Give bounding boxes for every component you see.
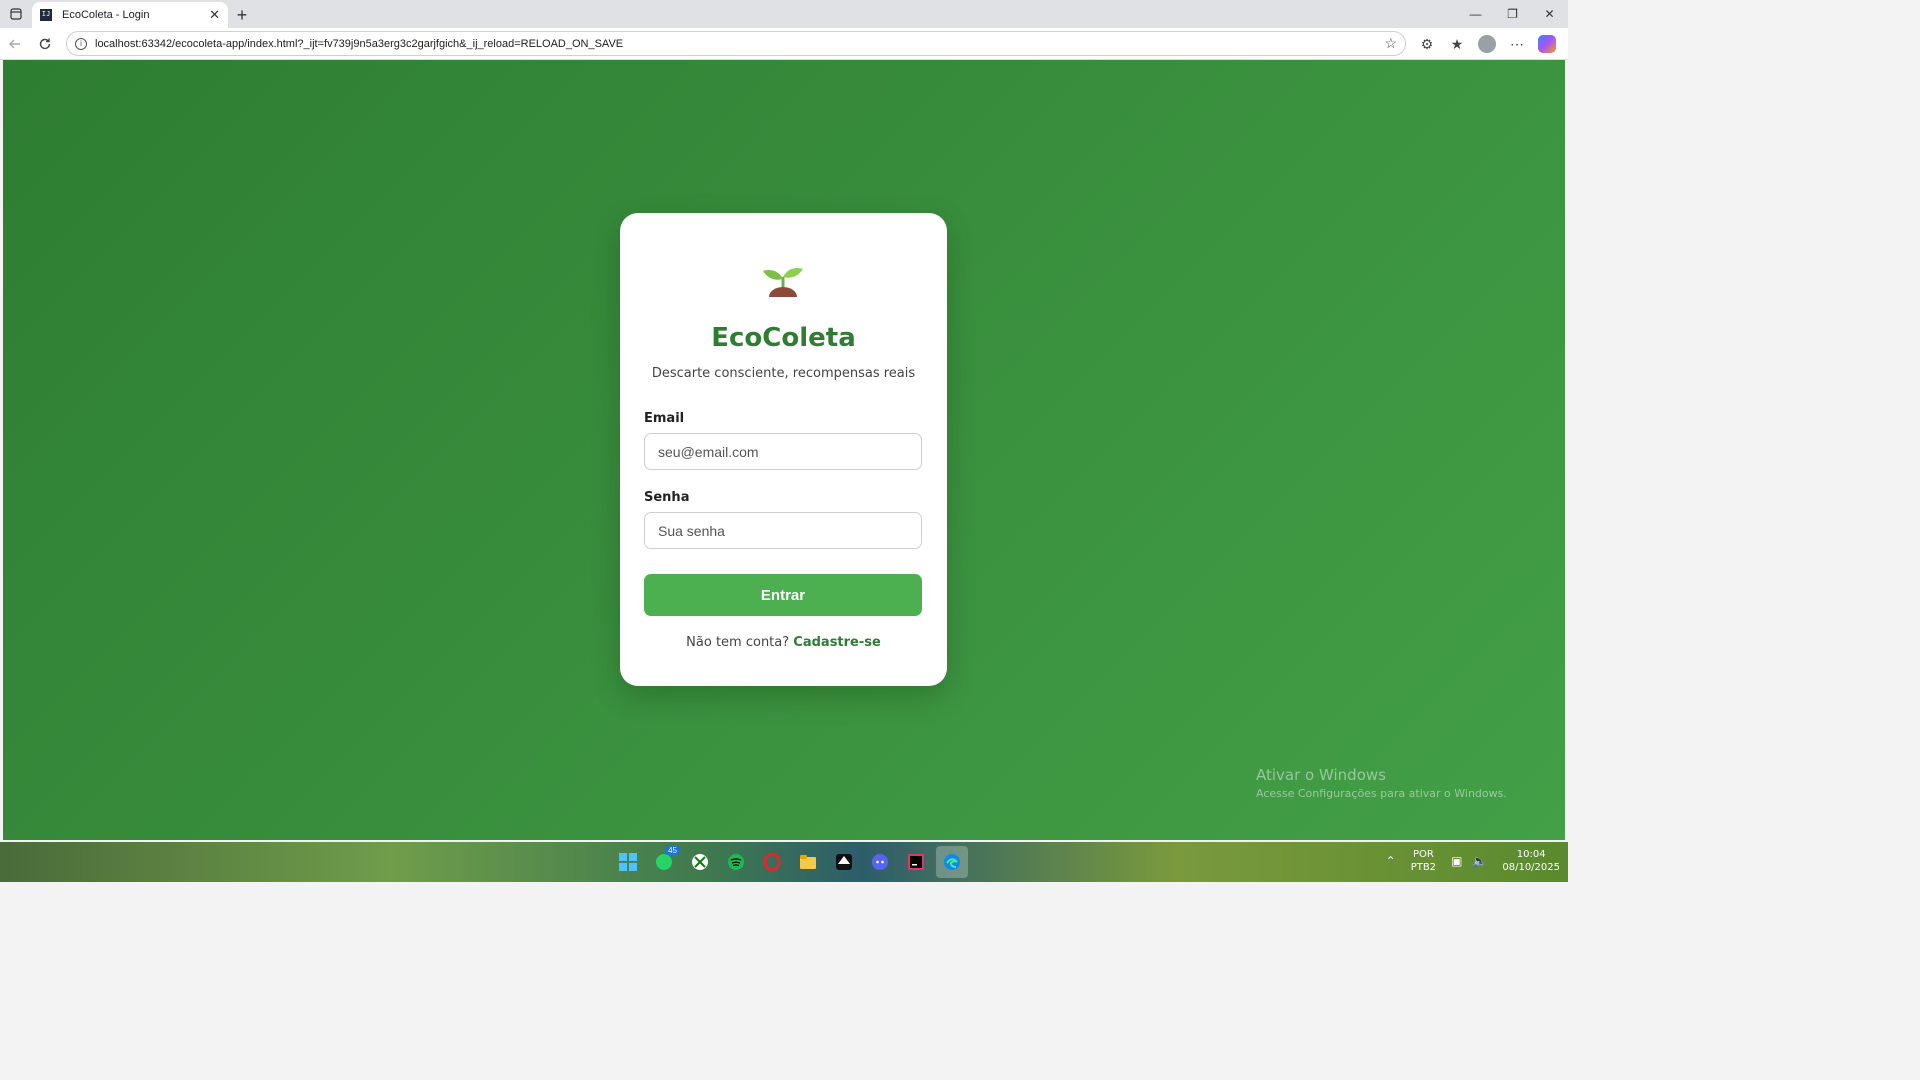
sidebar-icon	[10, 8, 22, 20]
email-label: Email	[644, 411, 685, 426]
clock-date: 08/10/2025	[1502, 862, 1560, 873]
password-field[interactable]	[644, 512, 922, 549]
discord-icon[interactable]	[864, 846, 896, 878]
system-clock[interactable]: 10:04 08/10/2025	[1502, 848, 1560, 874]
signup-link[interactable]: Cadastre-se	[793, 635, 881, 650]
watermark-subtitle: Acesse Configurações para ativar o Windo…	[1256, 787, 1507, 800]
xbox-icon[interactable]	[684, 846, 716, 878]
edge-icon[interactable]	[936, 846, 968, 878]
watermark-title: Ativar o Windows	[1256, 766, 1386, 784]
browser-actions: ⚙ ★ ⋯	[1412, 31, 1562, 57]
profile-avatar[interactable]	[1478, 35, 1496, 53]
language-indicator[interactable]: POR PTB2	[1411, 848, 1436, 874]
brand-tagline: Descarte consciente, recompensas reais	[651, 366, 916, 381]
seedling-icon	[763, 267, 803, 303]
login-card: EcoColeta Descarte consciente, recompens…	[620, 213, 947, 686]
copilot-icon[interactable]	[1538, 35, 1556, 53]
back-button[interactable]	[0, 29, 30, 59]
page-viewport: EcoColeta Descarte consciente, recompens…	[3, 60, 1565, 840]
clock-time: 10:04	[1516, 849, 1546, 860]
file-explorer-icon[interactable]	[792, 846, 824, 878]
window-controls: — ❐ ✕	[1457, 0, 1568, 28]
reload-button[interactable]	[30, 29, 60, 59]
signup-prompt: Não tem conta?	[686, 635, 790, 650]
signup-row: Não tem conta? Cadastre-se	[620, 635, 947, 650]
new-tab-button[interactable]: +	[228, 2, 256, 28]
browser-toolbar: i localhost:63342/ecocoleta-app/index.ht…	[0, 28, 1568, 60]
more-menu-icon[interactable]: ⋯	[1502, 31, 1532, 57]
browser-tab[interactable]: IJ EcoColeta - Login ✕	[32, 2, 228, 28]
restore-icon[interactable]: ❐	[1494, 0, 1531, 28]
tab-close-icon[interactable]: ✕	[209, 7, 220, 23]
windows-start-icon[interactable]	[612, 846, 644, 878]
chevron-up-icon[interactable]: ⌃	[1386, 854, 1396, 868]
language-code: POR	[1412, 849, 1434, 860]
reload-icon	[39, 38, 51, 49]
url-text: localhost:63342/ecocoleta-app/index.html…	[95, 37, 624, 50]
favorite-star-icon[interactable]: ☆	[1384, 35, 1397, 52]
system-tray: ⌃ POR PTB2 ▣ 🔈 10:04 08/10/2025	[1381, 848, 1560, 874]
windows-activation-watermark: Ativar o Windows Acesse Configurações pa…	[1256, 766, 1507, 800]
tab-title: EcoColeta - Login	[62, 9, 150, 21]
spotify-icon[interactable]	[720, 846, 752, 878]
favorites-icon[interactable]: ★	[1442, 31, 1472, 57]
arrow-left-icon	[9, 39, 20, 48]
login-button[interactable]: Entrar	[644, 574, 922, 616]
whatsapp-icon[interactable]: 45	[648, 846, 680, 878]
inkscape-icon[interactable]	[828, 846, 860, 878]
windows-taskbar: 45 ⌃ POR PTB2 ▣ 🔈 10:04 08/10/2025	[0, 842, 1568, 882]
brand-title: EcoColeta	[711, 323, 856, 353]
network-icon[interactable]: ▣	[1451, 854, 1462, 868]
address-bar[interactable]: i localhost:63342/ecocoleta-app/index.ht…	[66, 31, 1406, 56]
extensions-icon[interactable]: ⚙	[1412, 31, 1442, 57]
intellij-favicon-icon: IJ	[40, 9, 52, 21]
email-field[interactable]	[644, 433, 922, 470]
taskbar-apps: 45	[610, 846, 970, 878]
intellij-icon[interactable]	[900, 846, 932, 878]
opera-icon[interactable]	[756, 846, 788, 878]
minimize-icon[interactable]: —	[1457, 0, 1494, 28]
notification-badge: 45	[665, 846, 680, 855]
keyboard-layout: PTB2	[1410, 862, 1437, 873]
site-info-icon[interactable]: i	[75, 37, 87, 50]
volume-icon[interactable]: 🔈	[1472, 854, 1487, 868]
window-close-icon[interactable]: ✕	[1531, 0, 1568, 28]
tab-actions-button[interactable]	[0, 0, 32, 28]
browser-tab-bar: IJ EcoColeta - Login ✕ + — ❐ ✕	[0, 0, 1568, 28]
password-label: Senha	[644, 490, 690, 505]
